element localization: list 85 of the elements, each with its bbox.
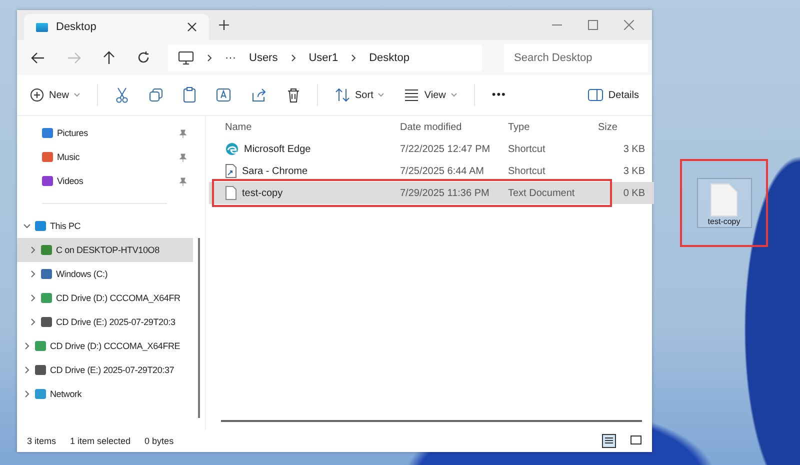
copy-icon[interactable] bbox=[149, 88, 164, 102]
sidebar-item[interactable]: CD Drive (D:) CCCOMA_X64FRE bbox=[17, 334, 193, 358]
refresh-icon[interactable] bbox=[137, 51, 150, 64]
chevron-icon[interactable] bbox=[23, 342, 31, 350]
path-ellipsis[interactable]: ··· bbox=[225, 52, 236, 64]
search-field[interactable]: Search Desktop bbox=[504, 44, 648, 72]
sort-arrows-icon bbox=[335, 88, 350, 102]
breadcrumb[interactable]: Users bbox=[249, 52, 278, 64]
sidebar-item[interactable]: Videos bbox=[17, 169, 193, 193]
column-header[interactable]: Date modified bbox=[400, 122, 508, 132]
chevron-icon[interactable] bbox=[29, 270, 37, 278]
chevron-icon[interactable] bbox=[23, 366, 31, 374]
trash-icon[interactable] bbox=[287, 88, 300, 102]
sidebar-item[interactable]: Pictures bbox=[17, 121, 193, 145]
size-cell-text: 3 KB bbox=[622, 144, 645, 154]
sidebar-item[interactable]: CD Drive (E:) 2025-07-29T20:37 bbox=[17, 358, 193, 382]
caret-icon bbox=[378, 93, 384, 97]
plus-circle-icon bbox=[30, 88, 44, 102]
close-icon[interactable] bbox=[187, 22, 197, 32]
chevron-right-icon bbox=[207, 54, 212, 62]
sidebar-item[interactable]: Windows (C:) bbox=[17, 262, 193, 286]
date-cell-text: 7/25/2025 6:44 AM bbox=[400, 166, 485, 176]
file-name: Microsoft Edge bbox=[244, 144, 311, 154]
address-bar[interactable]: ··· Users User1 Desktop bbox=[168, 44, 482, 70]
tab-title: Desktop bbox=[56, 21, 98, 33]
new-tab-icon[interactable] bbox=[219, 20, 229, 30]
selection-count: 1 item selected bbox=[70, 436, 131, 446]
column-header[interactable]: Size bbox=[590, 122, 653, 132]
type-cell-text: Shortcut bbox=[508, 166, 546, 176]
details-view-icon[interactable] bbox=[602, 434, 616, 448]
file-name: test-copy bbox=[242, 188, 283, 198]
sidebar-item[interactable]: Music bbox=[17, 145, 193, 169]
selection-size: 0 bytes bbox=[144, 436, 174, 446]
breadcrumb[interactable]: Desktop bbox=[369, 52, 410, 64]
chevron-right-icon bbox=[290, 54, 296, 62]
caret-icon bbox=[450, 93, 457, 97]
sidebar-item[interactable]: Network bbox=[17, 382, 193, 406]
chevron-right-icon bbox=[351, 54, 356, 62]
file-row[interactable]: Sara - Chrome 7/25/2025 6:44 AM Shortcut 3 KB bbox=[209, 160, 654, 182]
edge-icon bbox=[225, 142, 239, 156]
chevron-icon[interactable] bbox=[23, 222, 31, 230]
up-arrow-icon[interactable] bbox=[103, 50, 115, 64]
sort-button[interactable]: Sort bbox=[335, 88, 384, 102]
details-button[interactable]: Details bbox=[588, 89, 639, 101]
column-header[interactable]: Name bbox=[209, 122, 400, 132]
chevron-icon[interactable] bbox=[23, 390, 31, 398]
lines-icon bbox=[404, 89, 420, 101]
share-icon[interactable] bbox=[252, 88, 268, 102]
size-cell-text: 3 KB bbox=[622, 166, 645, 176]
folder-icon bbox=[36, 22, 48, 32]
breadcrumb[interactable]: User1 bbox=[308, 52, 338, 64]
type-cell-text: Text Document bbox=[508, 188, 576, 198]
sidebar-item[interactable]: CD Drive (E:) 2025-07-29T20:3 bbox=[17, 310, 193, 334]
document-icon bbox=[225, 186, 237, 200]
maximize-icon[interactable] bbox=[588, 20, 598, 30]
shortcut-file-icon bbox=[225, 164, 237, 178]
sidebar-item[interactable]: C on DESKTOP-HTV10O8 bbox=[17, 238, 193, 262]
chevron-icon[interactable] bbox=[29, 294, 37, 302]
chevron-icon[interactable] bbox=[29, 246, 37, 254]
file-row[interactable]: test-copy 7/29/2025 11:36 PM Text Document 0 KB bbox=[209, 182, 654, 204]
desktop-icon-label: test-copy bbox=[708, 217, 740, 226]
column-header[interactable]: Type bbox=[508, 122, 590, 132]
size-cell-text: 0 KB bbox=[622, 188, 645, 198]
item-count: 3 items bbox=[27, 436, 56, 446]
document-icon bbox=[710, 183, 738, 217]
details-pane-icon bbox=[588, 89, 604, 101]
file-row[interactable]: Microsoft Edge 7/22/2025 12:47 PM Shortcut 3 KB bbox=[209, 138, 654, 160]
date-cell-text: 7/29/2025 11:36 PM bbox=[400, 188, 490, 198]
caret-icon bbox=[74, 93, 80, 97]
sidebar-item[interactable]: CD Drive (D:) CCCOMA_X64FR bbox=[17, 286, 193, 310]
tiles-view-icon[interactable] bbox=[630, 435, 642, 447]
desktop-file-icon[interactable]: test-copy bbox=[680, 159, 768, 247]
sidebar-item[interactable]: This PC bbox=[17, 214, 193, 238]
view-button[interactable]: View bbox=[404, 89, 457, 101]
more-button[interactable]: ••• bbox=[492, 89, 506, 101]
date-cell-text: 7/22/2025 12:47 PM bbox=[400, 144, 492, 154]
clipboard-icon[interactable] bbox=[183, 87, 196, 103]
file-name: Sara - Chrome bbox=[242, 166, 308, 176]
window-tab[interactable]: Desktop bbox=[24, 14, 209, 40]
chevron-icon[interactable] bbox=[29, 318, 37, 326]
back-arrow-icon[interactable] bbox=[31, 52, 45, 64]
type-cell-text: Shortcut bbox=[508, 144, 546, 154]
rename-icon[interactable] bbox=[216, 88, 232, 102]
scissors-icon[interactable] bbox=[115, 87, 130, 103]
new-button[interactable]: New bbox=[30, 88, 80, 102]
